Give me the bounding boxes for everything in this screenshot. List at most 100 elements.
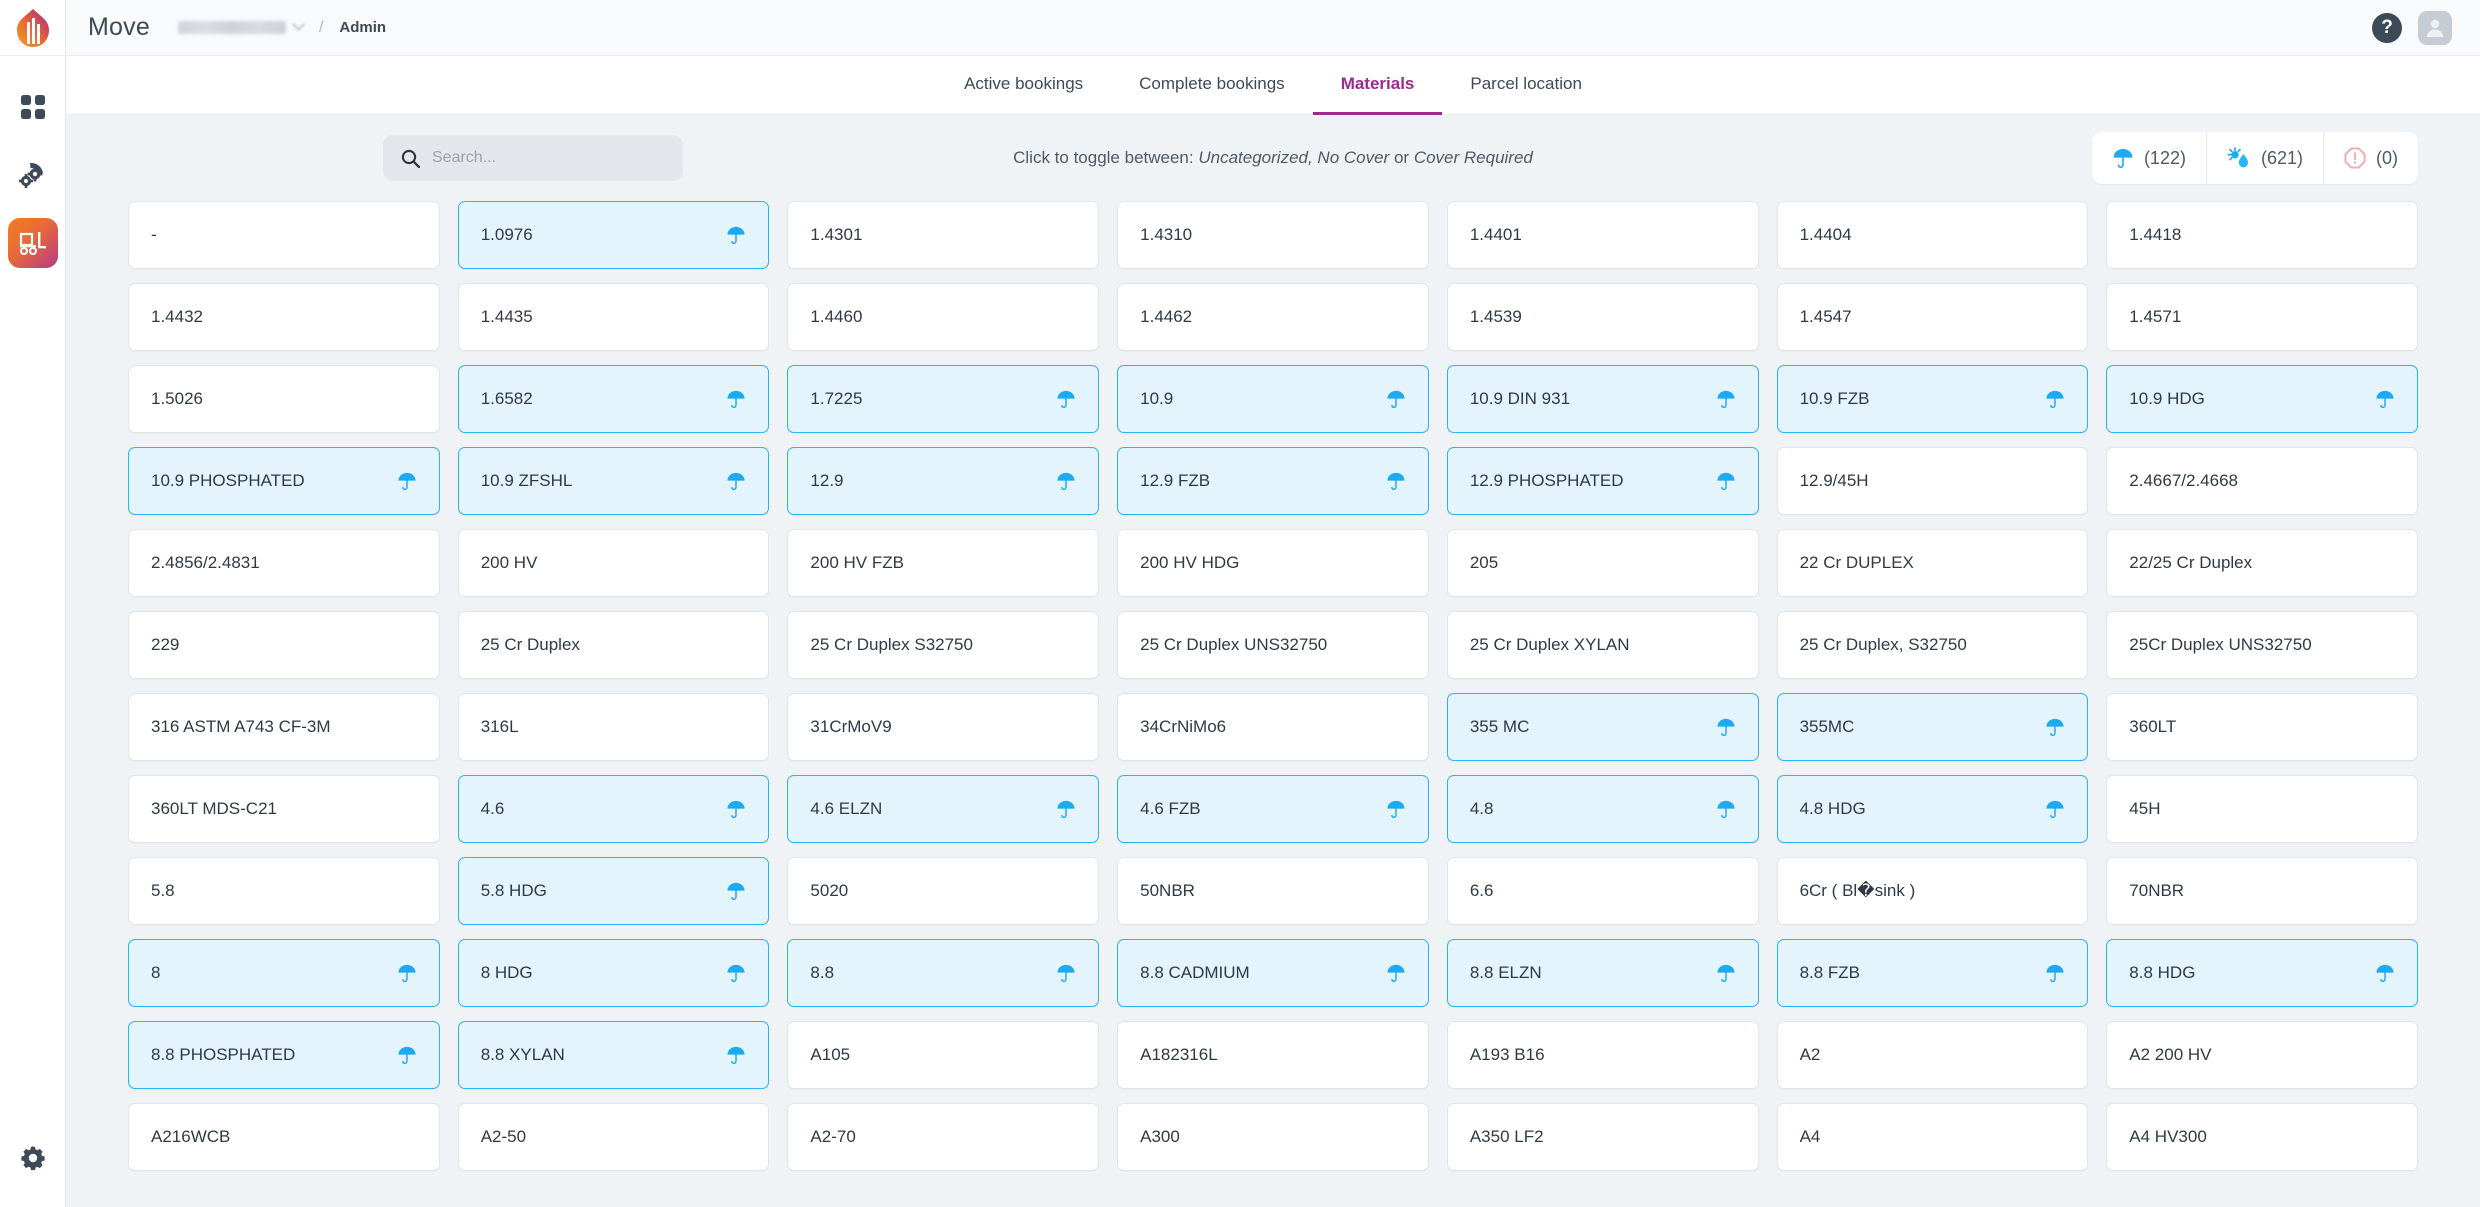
tab-complete-bookings[interactable]: Complete bookings [1111, 56, 1313, 115]
material-card[interactable]: 8.8 CADMIUM [1117, 939, 1429, 1007]
material-card[interactable]: 360LT [2106, 693, 2418, 761]
material-card[interactable]: 1.4462 [1117, 283, 1429, 351]
sidebar-item-dashboard[interactable] [8, 82, 58, 132]
material-card[interactable]: 200 HV HDG [1117, 529, 1429, 597]
material-card[interactable]: 1.4310 [1117, 201, 1429, 269]
tab-materials[interactable]: Materials [1312, 56, 1443, 115]
org-selector[interactable] [177, 18, 305, 34]
material-card[interactable]: - [128, 201, 440, 269]
material-card[interactable]: 1.7225 [787, 365, 1100, 433]
material-card[interactable]: 1.4404 [1776, 201, 2089, 269]
material-card[interactable]: A2 [1776, 1021, 2089, 1089]
material-card[interactable]: 12.9 PHOSPHATED [1446, 447, 1759, 515]
help-icon[interactable]: ? [2372, 12, 2402, 43]
material-card[interactable]: 10.9 HDG [2106, 365, 2418, 433]
material-card[interactable]: A2 200 HV [2106, 1021, 2418, 1089]
material-card[interactable]: 1.4301 [787, 201, 1100, 269]
material-card[interactable]: 25Cr Duplex UNS32750 [2106, 611, 2418, 679]
material-card[interactable]: 12.9 FZB [1117, 447, 1429, 515]
material-card[interactable]: A2-50 [457, 1103, 770, 1171]
material-card[interactable]: 8.8 FZB [1776, 939, 2089, 1007]
material-card[interactable]: 50NBR [1117, 857, 1429, 925]
material-card[interactable]: 1.5026 [128, 365, 440, 433]
material-card[interactable]: A300 [1117, 1103, 1429, 1171]
material-card[interactable]: 25 Cr Duplex XYLAN [1446, 611, 1759, 679]
material-card[interactable]: 4.8 HDG [1776, 775, 2089, 843]
material-card[interactable]: 205 [1446, 529, 1759, 597]
material-card[interactable]: 8.8 HDG [2106, 939, 2418, 1007]
material-card[interactable]: 70NBR [2106, 857, 2418, 925]
material-card[interactable]: 2.4667/2.4668 [2106, 447, 2418, 515]
material-card[interactable]: 229 [128, 611, 440, 679]
tab-parcel-location[interactable]: Parcel location [1442, 56, 1610, 115]
material-card[interactable]: 1.4571 [2106, 283, 2418, 351]
material-card[interactable]: 4.6 [457, 775, 770, 843]
material-card[interactable]: 34CrNiMo6 [1117, 693, 1429, 761]
material-card[interactable]: A193 B16 [1446, 1021, 1759, 1089]
material-card[interactable]: 355MC [1776, 693, 2089, 761]
material-card[interactable]: A350 LF2 [1446, 1103, 1759, 1171]
material-card[interactable]: 6Cr ( Bl�sink ) [1776, 857, 2089, 925]
material-card[interactable]: 8.8 PHOSPHATED [128, 1021, 440, 1089]
material-card[interactable]: 4.8 [1446, 775, 1759, 843]
counter-cover-required[interactable]: (122) [2092, 132, 2206, 184]
material-card[interactable]: 200 HV [457, 529, 770, 597]
material-card[interactable]: 8.8 ELZN [1446, 939, 1759, 1007]
counter-no-cover[interactable]: (621) [2205, 132, 2323, 184]
material-card[interactable]: 10.9 [1117, 365, 1429, 433]
avatar[interactable] [2418, 10, 2452, 45]
material-card[interactable]: 10.9 PHOSPHATED [128, 447, 440, 515]
search-input[interactable] [432, 149, 652, 167]
material-card[interactable]: A182316L [1117, 1021, 1429, 1089]
material-card[interactable]: 5020 [787, 857, 1100, 925]
material-card[interactable]: 12.9/45H [1776, 447, 2089, 515]
search-box[interactable] [383, 135, 683, 181]
material-card[interactable]: A2-70 [787, 1103, 1100, 1171]
material-card[interactable]: 1.4418 [2106, 201, 2418, 269]
material-card[interactable]: 25 Cr Duplex UNS32750 [1117, 611, 1429, 679]
material-card[interactable]: 25 Cr Duplex S32750 [787, 611, 1100, 679]
material-card[interactable]: A4 HV300 [2106, 1103, 2418, 1171]
sidebar-item-logistics[interactable] [7, 218, 58, 268]
material-card[interactable]: 2.4856/2.4831 [128, 529, 440, 597]
material-card[interactable]: 5.8 HDG [457, 857, 770, 925]
material-card[interactable]: 5.8 [128, 857, 440, 925]
material-card[interactable]: 6.6 [1446, 857, 1759, 925]
material-card[interactable]: 1.4432 [128, 283, 440, 351]
material-card[interactable]: A105 [787, 1021, 1100, 1089]
material-card[interactable]: 22/25 Cr Duplex [2106, 529, 2418, 597]
material-card[interactable]: 1.4435 [457, 283, 770, 351]
material-card[interactable]: 1.4539 [1446, 283, 1759, 351]
material-card[interactable]: A216WCB [128, 1103, 440, 1171]
material-card[interactable]: 22 Cr DUPLEX [1776, 529, 2089, 597]
material-card[interactable]: 10.9 DIN 931 [1446, 365, 1759, 433]
sidebar-item-settings[interactable] [8, 1133, 58, 1183]
material-card[interactable]: 4.6 ELZN [787, 775, 1100, 843]
material-card[interactable]: 200 HV FZB [787, 529, 1100, 597]
material-card[interactable]: 12.9 [787, 447, 1100, 515]
material-card[interactable]: 1.4460 [787, 283, 1100, 351]
material-card[interactable]: 8 [128, 939, 440, 1007]
sidebar-item-settings-gears[interactable] [8, 150, 58, 200]
material-card[interactable]: 31CrMoV9 [787, 693, 1100, 761]
material-card[interactable]: 1.4547 [1776, 283, 2089, 351]
counter-uncategorized[interactable]: (0) [2323, 132, 2418, 184]
material-card[interactable]: 8.8 [787, 939, 1100, 1007]
material-card[interactable]: A4 [1776, 1103, 2089, 1171]
material-card[interactable]: 316 ASTM A743 CF-3M [128, 693, 440, 761]
material-card[interactable]: 360LT MDS-C21 [128, 775, 440, 843]
material-card[interactable]: 316L [457, 693, 770, 761]
tab-active-bookings[interactable]: Active bookings [936, 56, 1111, 115]
app-logo[interactable] [0, 0, 66, 56]
material-card[interactable]: 8 HDG [457, 939, 770, 1007]
material-card[interactable]: 1.4401 [1446, 201, 1759, 269]
material-card[interactable]: 45H [2106, 775, 2418, 843]
material-card[interactable]: 1.0976 [457, 201, 770, 269]
material-card[interactable]: 10.9 FZB [1776, 365, 2089, 433]
material-card[interactable]: 8.8 XYLAN [457, 1021, 770, 1089]
material-card[interactable]: 10.9 ZFSHL [457, 447, 770, 515]
material-card[interactable]: 4.6 FZB [1117, 775, 1429, 843]
material-card[interactable]: 25 Cr Duplex [457, 611, 770, 679]
material-card[interactable]: 1.6582 [457, 365, 770, 433]
material-card[interactable]: 355 MC [1446, 693, 1759, 761]
